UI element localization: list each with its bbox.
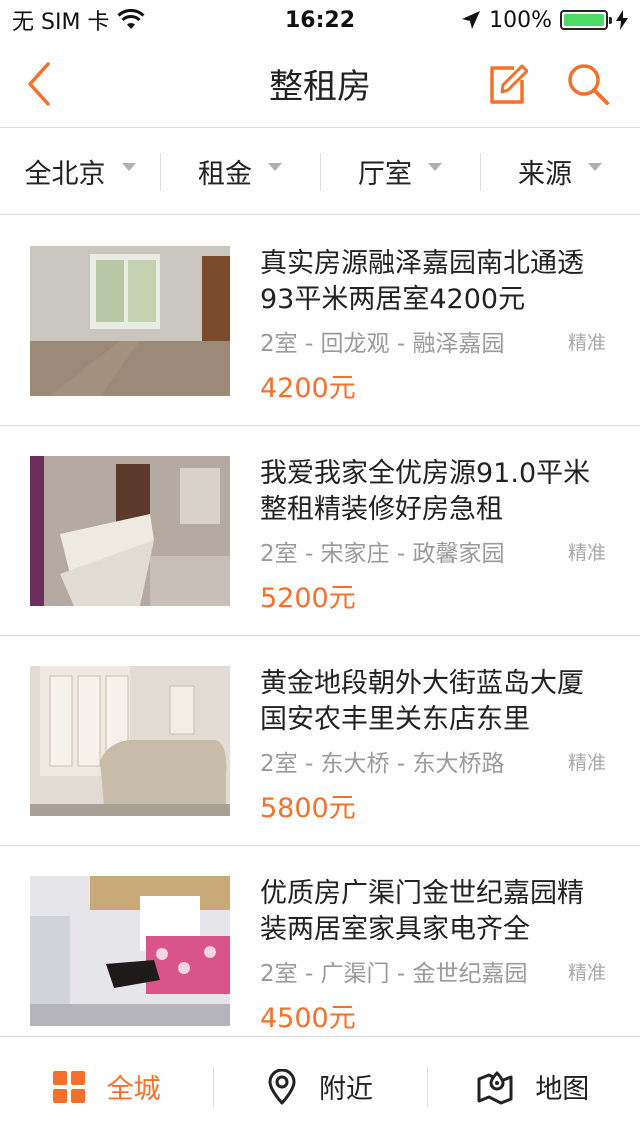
listing-price: 4500元 (260, 1003, 356, 1034)
charging-icon (616, 10, 628, 30)
listing-title: 优质房广渠门金世纪嘉园精装两居室家具家电齐全 (260, 878, 584, 945)
listing-item[interactable]: 黄金地段朝外大街蓝岛大厦国安农丰里关东店东里 2室 - 东大桥 - 东大桥路 精… (0, 636, 640, 846)
edit-icon[interactable] (488, 62, 528, 106)
wifi-icon (117, 9, 145, 29)
location-arrow-icon (462, 11, 481, 29)
tab-nearby[interactable]: 附近 (213, 1037, 426, 1136)
status-bar: 无 SIM 卡 16:22 100% (0, 0, 640, 40)
tab-all-city[interactable]: 全城 (0, 1037, 213, 1136)
listing-meta: 2室 - 宋家庄 - 政馨家园 (260, 541, 505, 567)
nav-bar: 整租房 (0, 40, 640, 128)
listing-price: 4200元 (260, 373, 356, 404)
listing-title: 我爱我家全优房源91.0平米整租精装修好房急租 (260, 458, 591, 525)
listing-tag: 精准 (568, 332, 607, 354)
battery-percent: 100% (489, 7, 552, 33)
tab-map[interactable]: 地图 (426, 1037, 640, 1136)
tab-map-label: 地图 (535, 1074, 590, 1105)
listing-photo-floral-sofa (30, 876, 230, 1026)
listing-tag: 精准 (568, 542, 607, 564)
status-right: 100% (461, 8, 628, 33)
filter-rooms[interactable]: 厅室 (320, 129, 480, 215)
listing-price: 5800元 (260, 793, 356, 824)
tab-nearby-label: 附近 (318, 1074, 373, 1105)
search-icon[interactable] (566, 62, 610, 106)
page-title: 整租房 (269, 67, 371, 107)
listing-item[interactable]: 真实房源融泽嘉园南北通透93平米两居室4200元 2室 - 回龙观 - 融泽嘉园… (0, 216, 640, 426)
listing-list: 真实房源融泽嘉园南北通透93平米两居室4200元 2室 - 回龙观 - 融泽嘉园… (0, 216, 640, 1056)
listing-tag: 精准 (568, 962, 607, 984)
listing-meta: 2室 - 东大桥 - 东大桥路 (260, 751, 505, 777)
location-pin-icon (268, 1068, 296, 1104)
tab-all-city-label: 全城 (106, 1074, 161, 1105)
listing-tag: 精准 (568, 752, 607, 774)
filter-source[interactable]: 来源 (480, 129, 640, 215)
listing-title: 真实房源融泽嘉园南北通透93平米两居室4200元 (260, 248, 584, 315)
dropdown-triangle-icon (121, 162, 136, 171)
status-left: 无 SIM 卡 (12, 4, 252, 36)
carrier-label: 无 SIM 卡 (12, 10, 110, 35)
listing-price: 5200元 (260, 583, 356, 614)
listing-photo-empty-room (30, 246, 230, 396)
filter-bar: 全北京 租金 厅室 来源 (0, 129, 640, 215)
dropdown-triangle-icon (268, 162, 282, 171)
listing-photo-leather-sofa (30, 666, 230, 816)
tab-bar: 全城 附近 地图 (0, 1036, 640, 1136)
filter-source-label: 来源 (518, 159, 572, 190)
dropdown-triangle-icon (428, 162, 442, 171)
filter-city[interactable]: 全北京 (0, 129, 160, 215)
battery-icon (560, 10, 612, 30)
grid-icon (52, 1070, 85, 1103)
filter-rooms-label: 厅室 (358, 159, 412, 190)
listing-item[interactable]: 我爱我家全优房源91.0平米整租精装修好房急租 2室 - 宋家庄 - 政馨家园 … (0, 426, 640, 636)
listing-item[interactable]: 优质房广渠门金世纪嘉园精装两居室家具家电齐全 2室 - 广渠门 - 金世纪嘉园 … (0, 846, 640, 1056)
listing-meta: 2室 - 广渠门 - 金世纪嘉园 (260, 961, 528, 987)
listing-title: 黄金地段朝外大街蓝岛大厦国安农丰里关东店东里 (260, 668, 584, 735)
back-button[interactable] (20, 60, 60, 108)
map-icon (477, 1071, 513, 1104)
dropdown-triangle-icon (588, 162, 602, 171)
listing-photo-living-room-sofa (30, 456, 230, 606)
listing-meta: 2室 - 回龙观 - 融泽嘉园 (260, 331, 505, 357)
filter-rent-label: 租金 (198, 159, 252, 190)
filter-city-label: 全北京 (24, 159, 106, 190)
filter-rent[interactable]: 租金 (160, 129, 320, 215)
